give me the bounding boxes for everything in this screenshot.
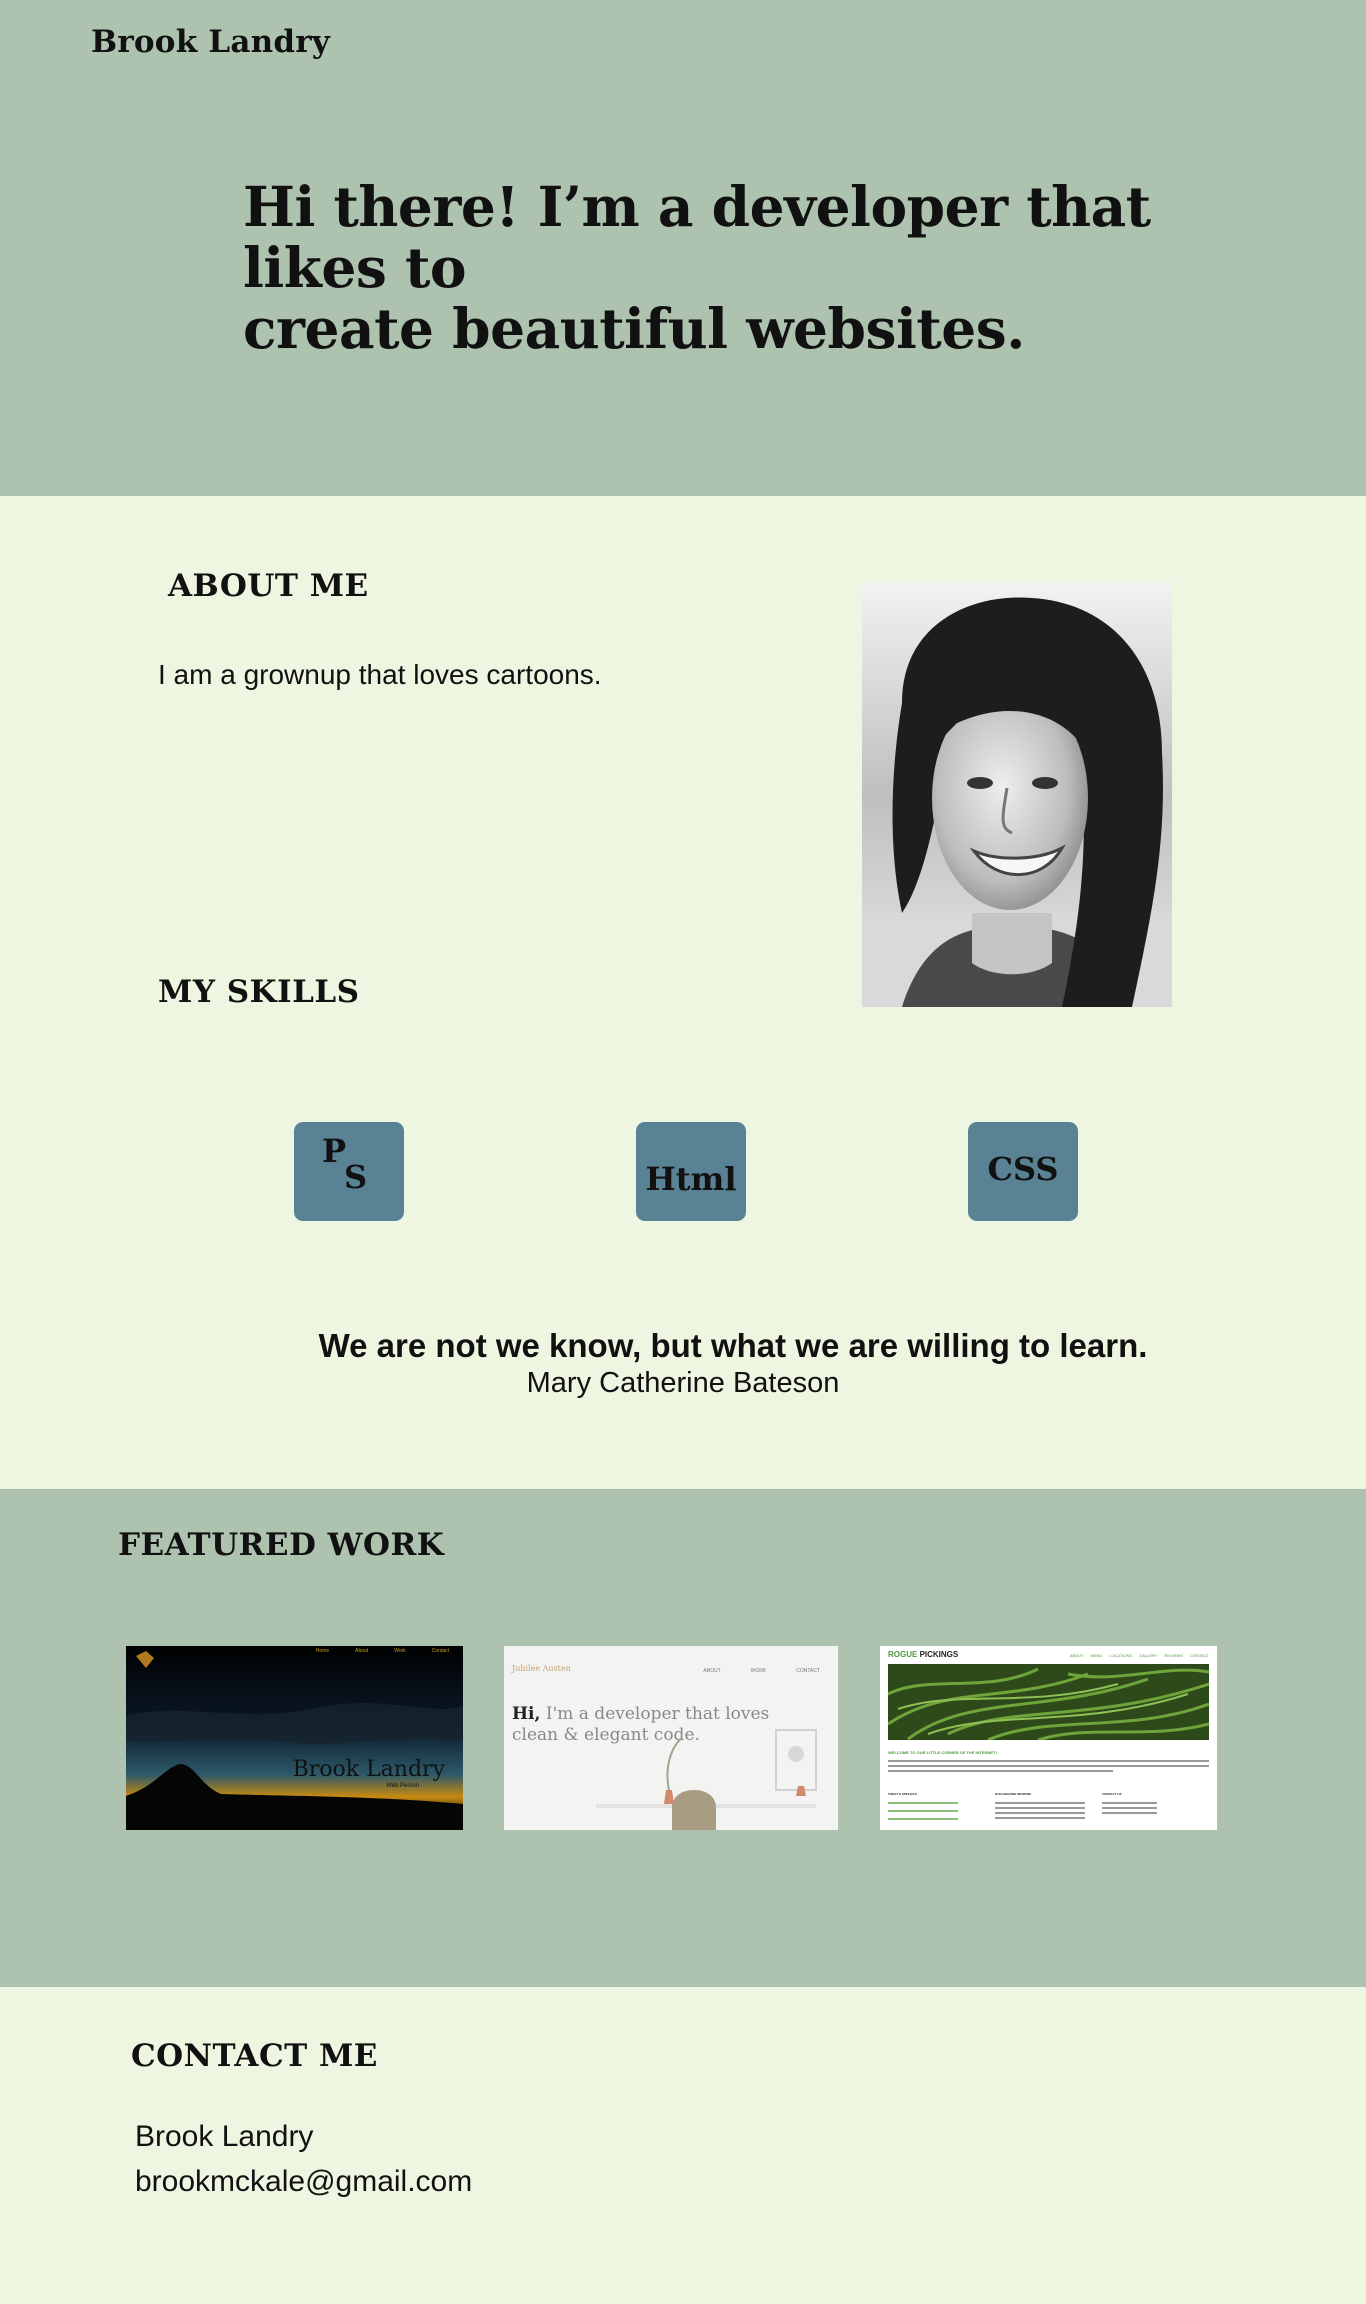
thumb3-col2-lines: [995, 1802, 1085, 1819]
about-text: I am a grownup that loves cartoons.: [158, 659, 602, 690]
skill-badge-photoshop: P S: [294, 1122, 404, 1221]
work-thumbnail-rogue-pickings[interactable]: ROGUE PICKINGS ABOUT MENU LOCATIONS GALL…: [880, 1646, 1217, 1830]
hero-section: Brook Landry Hi there! I’m a developer t…: [0, 0, 1366, 496]
desk-chair-image: [596, 1729, 817, 1830]
featured-work-heading: FEATURED WORK: [118, 1527, 445, 1563]
portrait-photo: [862, 583, 1172, 1007]
chair-icon: [672, 1790, 716, 1830]
thumb3-col2-head: OUR AMAZING REVIEWS: [995, 1792, 1032, 1796]
skill-html-label: Html: [645, 1159, 737, 1198]
hero-title: Hi there! I’m a developer that likes to …: [243, 176, 1233, 359]
sunset-landscape-image: [126, 1646, 463, 1830]
contact-heading: CONTACT ME: [131, 2038, 378, 2074]
about-heading: ABOUT ME: [168, 568, 369, 604]
site-name[interactable]: Brook Landry: [91, 24, 330, 60]
thumb3-nav: ABOUT MENU LOCATIONS GALLERY REVIEWS CON…: [1069, 1653, 1209, 1658]
thumb3-col1-lines: [888, 1802, 958, 1820]
thumb3-brand: ROGUE PICKINGS: [888, 1650, 959, 1659]
thumb3-welcome: WELCOME TO OUR LITTLE CORNER OF THE INTE…: [888, 1750, 997, 1755]
contact-name: Brook Landry: [135, 2120, 314, 2153]
thumb3-col3-lines: [1102, 1802, 1157, 1814]
thumb3-col1-head: TODAY'S SPECIALS: [888, 1792, 917, 1796]
work-thumbnail-brook-landry[interactable]: Home About Work Contact Brook Landry Web…: [126, 1646, 463, 1830]
skill-css-label: CSS: [987, 1149, 1059, 1188]
thumb3-col3-head: CONTACT US: [1102, 1792, 1122, 1796]
thumb1-nav: Home About Work Contact: [315, 1648, 449, 1654]
vase-icon: [664, 1790, 674, 1804]
skill-badge-css: CSS: [968, 1122, 1078, 1221]
quote-text: We are not we know, but what we are will…: [318, 1327, 1148, 1364]
skill-badge-html: Html: [636, 1122, 746, 1221]
contact-email[interactable]: brookmckale@gmail.com: [135, 2165, 472, 2199]
skill-ps-s: S: [344, 1158, 368, 1196]
hero-title-line-2: create beautiful websites.: [243, 296, 1025, 361]
portrait-image: [862, 583, 1172, 1007]
work-thumbnail-jubilee-austen[interactable]: Jubilee Austen ABOUT WORK CONTACT Hi, I'…: [504, 1646, 838, 1830]
green-beans-image: [888, 1664, 1209, 1740]
thumb1-title: Brook Landry: [292, 1757, 445, 1782]
skills-heading: MY SKILLS: [158, 974, 360, 1010]
thumb1-subtitle: Web Person: [386, 1783, 419, 1789]
quote-author: Mary Catherine Bateson: [526, 1367, 840, 1399]
thumb3-intro-text: [888, 1760, 1209, 1772]
skill-ps-p: P: [322, 1132, 347, 1170]
hero-title-line-1: Hi there! I’m a developer that likes to: [243, 174, 1151, 300]
